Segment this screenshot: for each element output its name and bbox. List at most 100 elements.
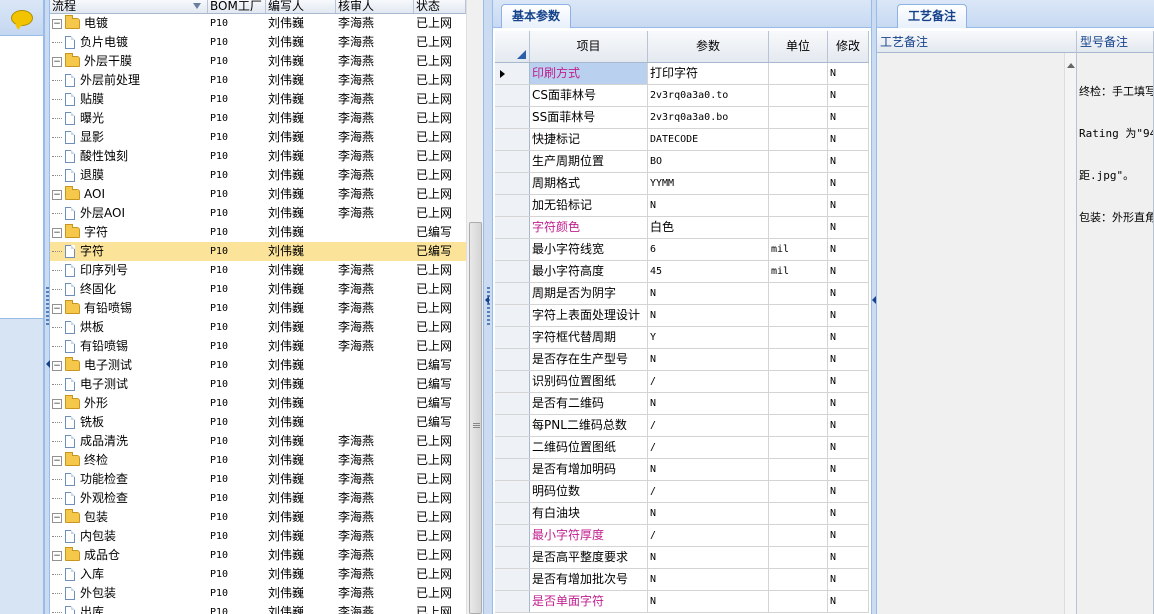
param-value-cell[interactable]: N xyxy=(648,305,769,326)
param-unit-cell[interactable] xyxy=(769,459,828,480)
param-modify-cell[interactable]: N xyxy=(828,503,869,524)
param-value-cell[interactable]: N xyxy=(648,591,769,612)
param-item-cell[interactable]: 有白油块 xyxy=(530,503,648,524)
tree-leaf[interactable]: 字符 xyxy=(50,242,208,261)
tree-row[interactable]: 入库 P10 刘伟巍 李海燕 已上网 xyxy=(50,565,466,584)
tree-leaf[interactable]: 酸性蚀刻 xyxy=(50,147,208,166)
row-indicator[interactable] xyxy=(495,525,530,546)
tree-leaf[interactable]: 终固化 xyxy=(50,280,208,299)
row-indicator[interactable] xyxy=(495,195,530,216)
param-item-cell[interactable]: 字符框代替周期 xyxy=(530,327,648,348)
tree-row[interactable]: 显影 P10 刘伟巍 李海燕 已上网 xyxy=(50,128,466,147)
param-item-cell[interactable]: 明码位数 xyxy=(530,481,648,502)
param-row[interactable]: 是否有增加明码 N N xyxy=(495,459,869,481)
tree-row[interactable]: 终固化 P10 刘伟巍 李海燕 已上网 xyxy=(50,280,466,299)
param-row[interactable]: 明码位数 / N xyxy=(495,481,869,503)
tree-row[interactable]: 退膜 P10 刘伟巍 李海燕 已上网 xyxy=(50,166,466,185)
param-unit-cell[interactable] xyxy=(769,173,828,194)
param-row[interactable]: 最小字符厚度 / N xyxy=(495,525,869,547)
param-unit-cell[interactable] xyxy=(769,217,828,238)
tab-basic-params[interactable]: 基本参数 xyxy=(501,4,572,28)
param-value-cell[interactable]: / xyxy=(648,371,769,392)
param-unit-cell[interactable] xyxy=(769,151,828,172)
param-value-cell[interactable]: 6 xyxy=(648,239,769,260)
tree-leaf[interactable]: 成品清洗 xyxy=(50,432,208,451)
tree-leaf[interactable]: 铣板 xyxy=(50,413,208,432)
param-modify-cell[interactable]: N xyxy=(828,371,869,392)
param-row[interactable]: 识别码位置图纸 / N xyxy=(495,371,869,393)
param-row[interactable]: 最小字符高度 45 mil N xyxy=(495,261,869,283)
param-modify-cell[interactable]: N xyxy=(828,283,869,304)
param-value-cell[interactable]: N xyxy=(648,503,769,524)
param-unit-cell[interactable] xyxy=(769,349,828,370)
param-value-cell[interactable]: 白色 xyxy=(648,217,769,238)
tree-row[interactable]: 外层前处理 P10 刘伟巍 李海燕 已上网 xyxy=(50,71,466,90)
row-indicator[interactable] xyxy=(495,437,530,458)
param-value-cell[interactable]: N xyxy=(648,283,769,304)
process-notes-scrollbar[interactable] xyxy=(1064,53,1076,614)
param-item-cell[interactable]: 是否有增加明码 xyxy=(530,459,648,480)
param-item-cell[interactable]: 字符颜色 xyxy=(530,217,648,238)
param-row[interactable]: 加无铅标记 N N xyxy=(495,195,869,217)
param-value-cell[interactable]: 2v3rq0a3a0.to xyxy=(648,85,769,106)
tree-leaf[interactable]: 印序列号 xyxy=(50,261,208,280)
tree-leaf[interactable]: 外层AOI xyxy=(50,204,208,223)
param-item-cell[interactable]: 是否单面字符 xyxy=(530,591,648,612)
param-unit-cell[interactable] xyxy=(769,305,828,326)
param-item-cell[interactable]: 快捷标记 xyxy=(530,129,648,150)
tree-row[interactable]: 印序列号 P10 刘伟巍 李海燕 已上网 xyxy=(50,261,466,280)
tree-row[interactable]: 功能检查 P10 刘伟巍 李海燕 已上网 xyxy=(50,470,466,489)
tree-row[interactable]: 电子测试 P10 刘伟巍 已编写 xyxy=(50,375,466,394)
param-unit-cell[interactable]: mil xyxy=(769,261,828,282)
param-modify-cell[interactable]: N xyxy=(828,481,869,502)
collapse-toggle-icon[interactable]: − xyxy=(52,512,62,523)
collapse-toggle-icon[interactable]: − xyxy=(52,189,62,200)
collapse-toggle-icon[interactable]: − xyxy=(52,455,62,466)
param-row[interactable]: 最小字符线宽 6 mil N xyxy=(495,239,869,261)
tree-row[interactable]: 酸性蚀刻 P10 刘伟巍 李海燕 已上网 xyxy=(50,147,466,166)
model-notes-text[interactable]: 终检：手工填写 Rating 为"94 距.jpg"。 包装：外形直角 xyxy=(1077,53,1153,257)
param-unit-cell[interactable] xyxy=(769,85,828,106)
param-item-cell[interactable]: 是否高平整度要求 xyxy=(530,547,648,568)
tree-leaf[interactable]: 负片电镀 xyxy=(50,33,208,52)
param-unit-cell[interactable] xyxy=(769,63,828,84)
param-unit-cell[interactable] xyxy=(769,371,828,392)
param-value-cell[interactable]: Y xyxy=(648,327,769,348)
collapse-toggle-icon[interactable]: − xyxy=(52,550,62,561)
col-header-unit[interactable]: 单位 xyxy=(769,31,828,62)
tree-node[interactable]: − 有铅喷锡 xyxy=(50,299,208,318)
param-item-cell[interactable]: 生产周期位置 xyxy=(530,151,648,172)
tree-node[interactable]: − 成品仓 xyxy=(50,546,208,565)
param-modify-cell[interactable]: N xyxy=(828,569,869,590)
tree-node[interactable]: − 包装 xyxy=(50,508,208,527)
tree-node[interactable]: − 终检 xyxy=(50,451,208,470)
tree-row[interactable]: − 终检 P10 刘伟巍 李海燕 已上网 xyxy=(50,451,466,470)
param-modify-cell[interactable]: N xyxy=(828,349,869,370)
param-value-cell[interactable]: N xyxy=(648,349,769,370)
tree-node[interactable]: − 外层干膜 xyxy=(50,52,208,71)
param-unit-cell[interactable] xyxy=(769,327,828,348)
param-modify-cell[interactable]: N xyxy=(828,525,869,546)
param-row[interactable]: 快捷标记 DATECODE N xyxy=(495,129,869,151)
param-modify-cell[interactable]: N xyxy=(828,129,869,150)
param-value-cell[interactable]: N xyxy=(648,459,769,480)
tree-leaf[interactable]: 曝光 xyxy=(50,109,208,128)
param-unit-cell[interactable] xyxy=(769,107,828,128)
tree-row[interactable]: − 字符 P10 刘伟巍 已编写 xyxy=(50,223,466,242)
param-item-cell[interactable]: 周期格式 xyxy=(530,173,648,194)
row-indicator[interactable] xyxy=(495,261,530,282)
process-tree-grid[interactable]: 流程 BOM工厂 编写人 核审人 状态 − 电镀 P10 刘伟巍 李海燕 已上网 负片电镀 P… xyxy=(50,0,466,614)
param-value-cell[interactable]: / xyxy=(648,525,769,546)
param-value-cell[interactable]: / xyxy=(648,481,769,502)
tree-row[interactable]: 外包装 P10 刘伟巍 李海燕 已上网 xyxy=(50,584,466,603)
tree-row[interactable]: 出库 P10 刘伟巍 李海燕 已上网 xyxy=(50,603,466,614)
tree-row[interactable]: 有铅喷锡 P10 刘伟巍 李海燕 已上网 xyxy=(50,337,466,356)
param-row[interactable]: 印刷方式 打印字符 N xyxy=(495,63,869,85)
tree-row[interactable]: − 外形 P10 刘伟巍 已编写 xyxy=(50,394,466,413)
col-header-item[interactable]: 项目 xyxy=(530,31,648,62)
param-value-cell[interactable]: N xyxy=(648,547,769,568)
collapse-toggle-icon[interactable]: − xyxy=(52,18,62,29)
tree-row[interactable]: − 成品仓 P10 刘伟巍 李海燕 已上网 xyxy=(50,546,466,565)
scrollbar-thumb[interactable] xyxy=(469,222,482,614)
param-item-cell[interactable]: 是否存在生产型号 xyxy=(530,349,648,370)
